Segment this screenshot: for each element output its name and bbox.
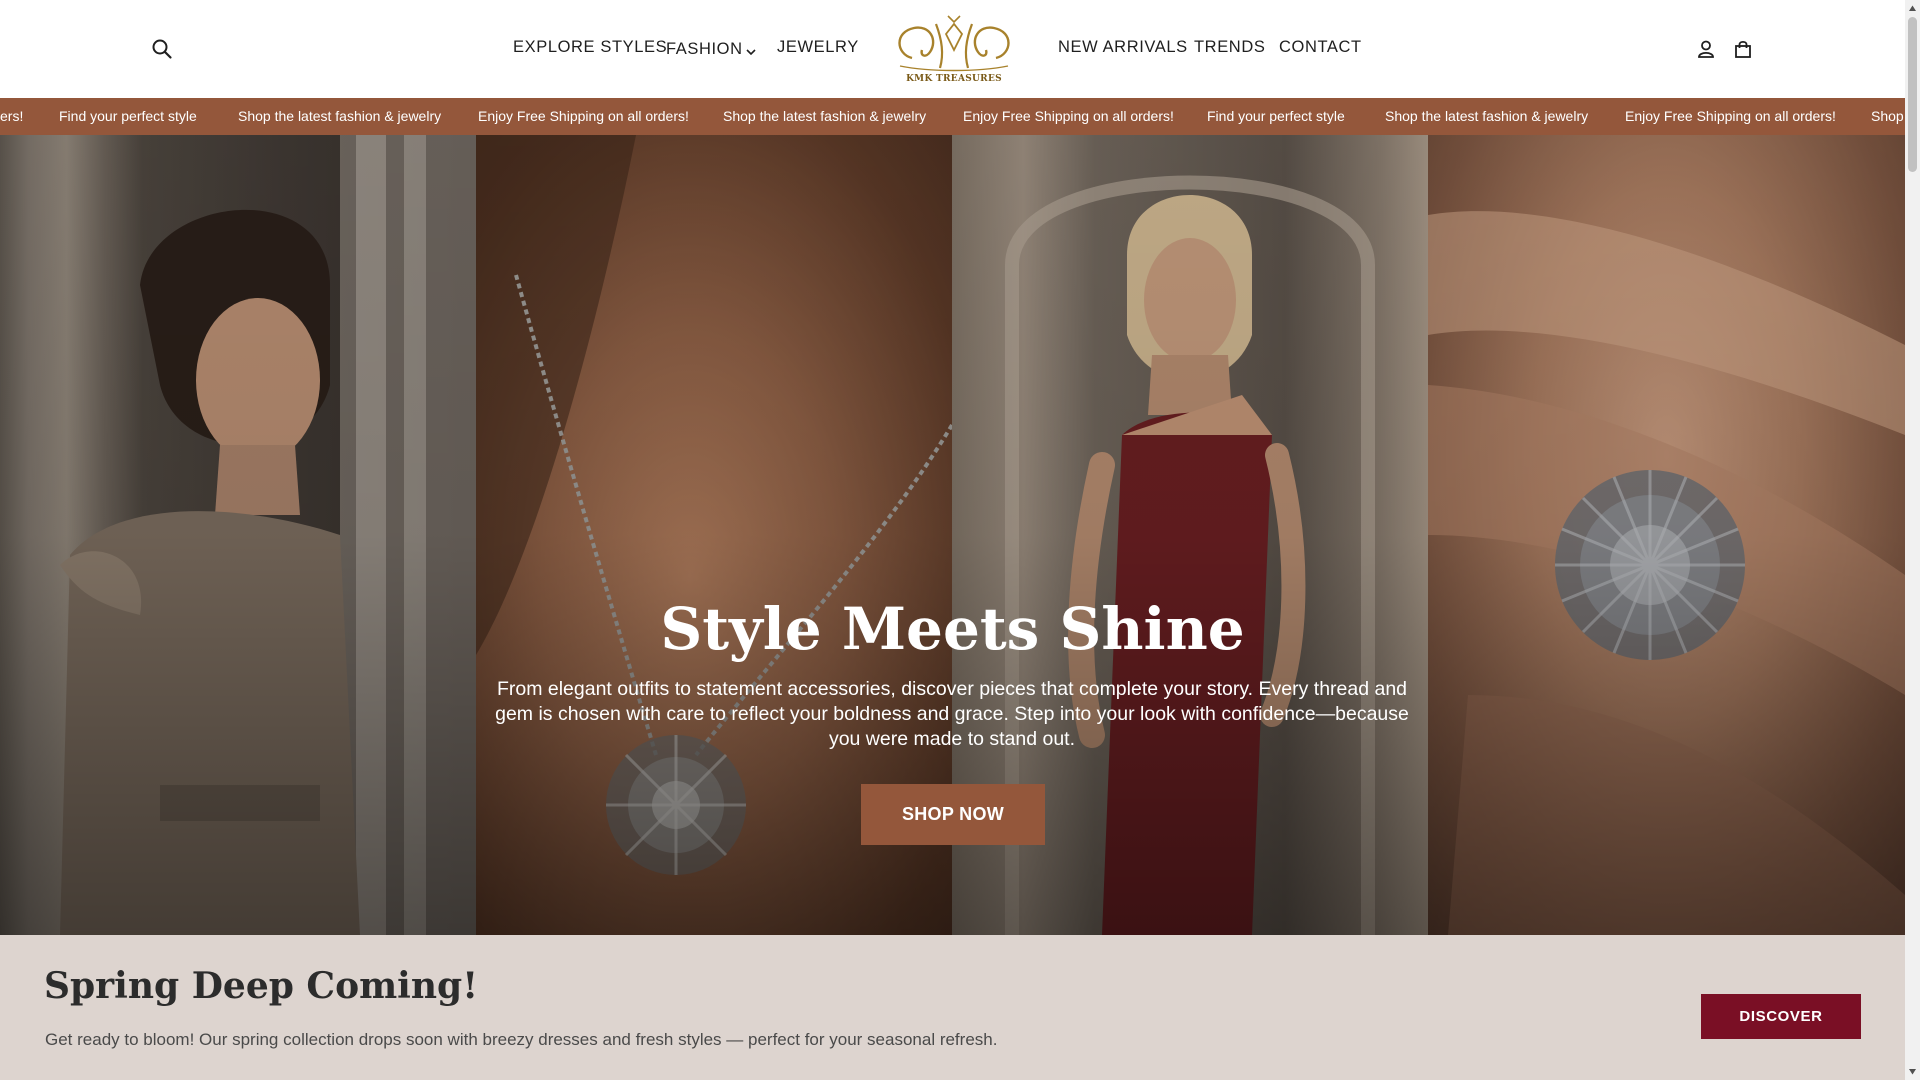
discover-button[interactable]: DISCOVER (1701, 994, 1861, 1039)
shop-now-button[interactable]: SHOP NOW (861, 784, 1045, 845)
hero-section: Style Meets Shine From elegant outfits t… (0, 135, 1905, 935)
marquee-item: Enjoy Free Shipping on all orders! (963, 108, 1174, 124)
marquee-item: Find your perfect style (1207, 108, 1345, 124)
nav-explore-styles[interactable]: EXPLORE STYLES (513, 38, 667, 57)
logo-text: KMK TREASURES (906, 74, 1002, 84)
scrollbar-thumb[interactable] (1908, 17, 1917, 172)
marquee-item: ers! (0, 108, 24, 124)
hero-description: From elegant outfits to statement access… (495, 678, 1409, 750)
nav-fashion[interactable]: FASHION (666, 40, 743, 59)
search-icon[interactable] (148, 35, 176, 63)
nav-new-arrivals[interactable]: NEW ARRIVALS (1058, 38, 1188, 57)
marquee-item: Shop the latest fashion & jewelry (723, 108, 927, 124)
nav-contact[interactable]: CONTACT (1279, 38, 1362, 57)
spring-title: Spring Deep Coming! (44, 965, 479, 1007)
marquee-item: Enjoy Free Shipping on all orders! (478, 108, 689, 124)
marquee-item: Shop (1871, 108, 1904, 124)
marquee-item: Find your perfect style (59, 108, 197, 124)
nav-jewelry[interactable]: JEWELRY (777, 38, 859, 57)
spring-banner: Spring Deep Coming! Get ready to bloom! … (0, 935, 1905, 1080)
account-icon[interactable] (1692, 35, 1720, 63)
scroll-down-arrow-icon[interactable] (1908, 1067, 1917, 1076)
page-scrollbar[interactable] (1905, 0, 1920, 1080)
brand-logo[interactable]: KMK TREASURES (890, 10, 1018, 90)
cart-icon[interactable] (1729, 35, 1757, 63)
marquee-item: Shop the latest fashion & jewelry (1385, 108, 1589, 124)
hero-title: Style Meets Shine (660, 595, 1245, 663)
marquee-item: Enjoy Free Shipping on all orders! (1625, 108, 1836, 124)
chevron-down-icon[interactable] (744, 44, 758, 58)
site-header: EXPLORE STYLES FASHION JEWELRY KMK TREAS… (0, 0, 1905, 98)
spring-description: Get ready to bloom! Our spring collectio… (45, 1030, 998, 1049)
nav-trends[interactable]: TRENDS (1194, 38, 1265, 57)
scroll-up-arrow-icon[interactable] (1908, 4, 1917, 13)
marquee-item: Shop the latest fashion & jewelry (238, 108, 442, 124)
announcement-marquee: ers! Find your perfect style Shop the la… (0, 98, 1905, 135)
